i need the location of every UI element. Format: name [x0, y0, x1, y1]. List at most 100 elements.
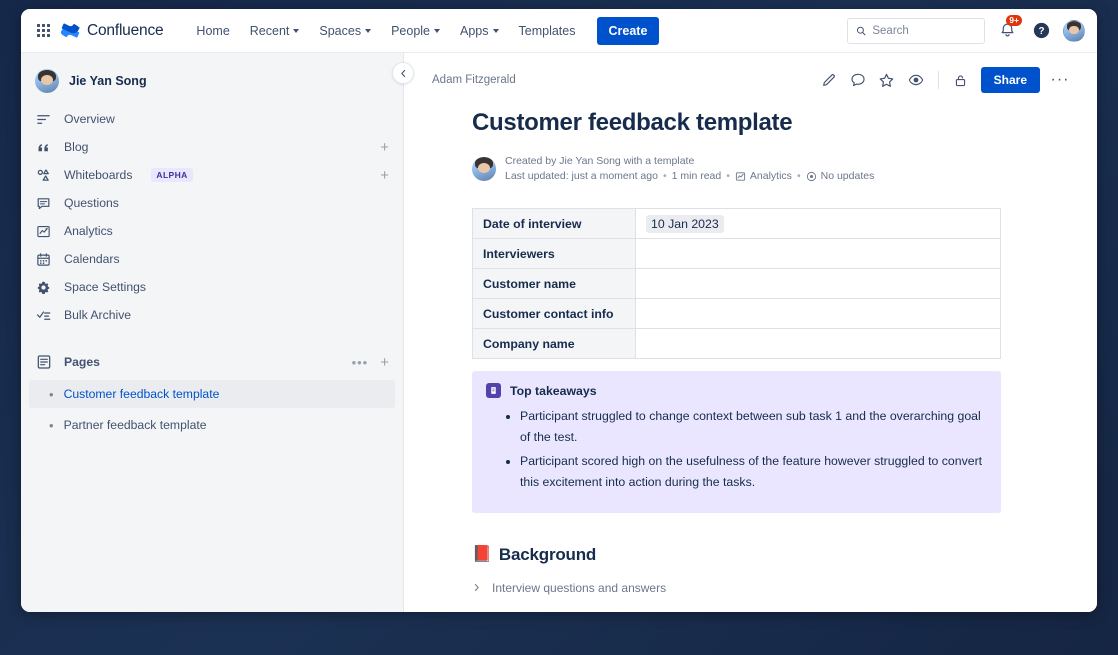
sidebar-item-label: Overview: [64, 112, 115, 126]
author-avatar: [472, 157, 496, 181]
panel-header: Top takeaways: [486, 383, 987, 398]
nav-item-spaces[interactable]: Spaces: [310, 18, 380, 44]
sidebar-divider-space: [21, 329, 403, 347]
table-row-header: Customer name: [473, 269, 636, 299]
byline-created: Created by Jie Yan Song with a template: [505, 155, 874, 167]
page-item-label: Partner feedback template: [64, 418, 207, 432]
table-row: Customer contact info: [473, 299, 1001, 329]
sidebar-item-space-settings[interactable]: Space Settings: [29, 273, 395, 301]
add-whiteboard-icon[interactable]: +: [380, 168, 389, 183]
panel-bullet-list: Participant struggled to change context …: [520, 406, 987, 494]
table-row-value[interactable]: [636, 239, 1001, 269]
nav-label: Templates: [519, 24, 576, 38]
pencil-glyph: [821, 72, 837, 88]
apps-grid-icon[interactable]: [31, 19, 55, 43]
table-row-value[interactable]: [636, 269, 1001, 299]
top-navigation-bar: Confluence Home Recent Spaces People App…: [21, 9, 1097, 53]
body-split: Jie Yan Song Overview: [21, 53, 1097, 612]
search-icon: [856, 25, 866, 37]
section-heading-background: 📕 Background: [472, 545, 1097, 565]
add-blog-icon[interactable]: +: [380, 140, 389, 155]
blog-quote-icon: [35, 139, 52, 156]
list-item: Participant scored high on the usefulnes…: [520, 451, 987, 493]
nav-label: Recent: [250, 24, 290, 38]
notifications-bell-icon[interactable]: 9+: [995, 19, 1019, 43]
primary-nav: Home Recent Spaces People Apps Templates: [187, 17, 659, 45]
chevron-down-icon: [434, 29, 440, 33]
page-action-icons: Share ···: [816, 67, 1073, 93]
nav-right-group: 9+ ?: [847, 18, 1085, 44]
chevron-down-icon: [493, 29, 499, 33]
sidebar-collapse-button[interactable]: [392, 62, 414, 84]
breadcrumb[interactable]: Adam Fitzgerald: [432, 74, 516, 86]
nav-item-recent[interactable]: Recent: [241, 18, 309, 44]
page-title: Customer feedback template: [472, 109, 1097, 137]
updates-target-icon: [806, 171, 817, 182]
byline-updates[interactable]: No updates: [806, 170, 875, 182]
star-glyph: [878, 72, 895, 89]
search-box[interactable]: [847, 18, 985, 44]
sidebar-item-questions[interactable]: Questions: [29, 189, 395, 217]
sidebar-item-bulk-archive[interactable]: Bulk Archive: [29, 301, 395, 329]
pages-section-header[interactable]: Pages ••• +: [29, 347, 395, 377]
bulk-archive-icon: [35, 307, 52, 324]
comment-icon[interactable]: [845, 67, 871, 93]
chevron-down-icon: [365, 29, 371, 33]
sidebar-item-blog[interactable]: Blog +: [29, 133, 395, 161]
bullet-icon: •: [49, 419, 54, 432]
add-page-icon[interactable]: +: [380, 355, 389, 370]
sidebar-item-overview[interactable]: Overview: [29, 105, 395, 133]
search-input[interactable]: [872, 25, 976, 37]
bullet-icon: •: [49, 388, 54, 401]
note-glyph: [489, 386, 498, 395]
pages-more-icon[interactable]: •••: [352, 355, 369, 370]
sidebar-item-label: Questions: [64, 196, 119, 210]
byline-analytics-link[interactable]: Analytics: [735, 170, 792, 182]
table-row-value[interactable]: [636, 299, 1001, 329]
table-row-value[interactable]: [636, 329, 1001, 359]
nav-item-home[interactable]: Home: [187, 18, 238, 44]
star-icon[interactable]: [874, 67, 900, 93]
expand-label: Interview questions and answers: [492, 581, 666, 595]
expand-interview-questions[interactable]: Interview questions and answers: [472, 581, 1097, 595]
nav-item-templates[interactable]: Templates: [510, 18, 585, 44]
edit-pencil-icon[interactable]: [816, 67, 842, 93]
page-more-actions-icon[interactable]: ···: [1047, 67, 1073, 93]
sidebar-item-calendars[interactable]: Calendars: [29, 245, 395, 273]
gear-icon: [35, 279, 52, 296]
top-takeaways-panel: Top takeaways Participant struggled to c…: [472, 371, 1001, 513]
document-body: Customer feedback template Created by Ji…: [404, 109, 1097, 612]
nav-item-apps[interactable]: Apps: [451, 18, 508, 44]
section-title: Background: [499, 545, 596, 565]
space-avatar: [35, 69, 59, 93]
page-item-customer-feedback-template[interactable]: • Customer feedback template: [29, 380, 395, 408]
byline-meta: Last updated: just a moment ago • 1 min …: [505, 170, 874, 182]
create-button[interactable]: Create: [597, 17, 660, 45]
panel-title: Top takeaways: [510, 384, 597, 398]
nav-label: Home: [196, 24, 229, 38]
nav-item-people[interactable]: People: [382, 18, 449, 44]
share-button[interactable]: Share: [981, 67, 1040, 93]
space-sidebar: Jie Yan Song Overview: [21, 53, 404, 612]
confluence-logo-link[interactable]: Confluence: [61, 21, 163, 41]
user-avatar[interactable]: [1063, 20, 1085, 42]
date-chip[interactable]: 10 Jan 2023: [646, 215, 724, 233]
overview-icon: [35, 111, 52, 128]
help-icon[interactable]: ?: [1029, 19, 1053, 43]
table-row-value[interactable]: 10 Jan 2023: [636, 209, 1001, 239]
chevron-down-icon: [293, 29, 299, 33]
watch-eye-icon[interactable]: [903, 67, 929, 93]
sidebar-item-label: Bulk Archive: [64, 308, 131, 322]
space-header[interactable]: Jie Yan Song: [21, 63, 403, 105]
confluence-logo-icon: [61, 21, 81, 41]
svg-text:?: ?: [1038, 26, 1044, 37]
table-row-header: Customer contact info: [473, 299, 636, 329]
sidebar-item-analytics[interactable]: Analytics: [29, 217, 395, 245]
restrictions-lock-icon[interactable]: [948, 67, 974, 93]
sidebar-item-whiteboards[interactable]: Whiteboards ALPHA +: [29, 161, 395, 189]
pages-label: Pages: [64, 355, 100, 369]
analytics-chart-icon: [35, 223, 52, 240]
page-item-partner-feedback-template[interactable]: • Partner feedback template: [29, 411, 395, 439]
note-panel-icon: [486, 383, 501, 398]
page-content-area: Adam Fitzgerald: [404, 53, 1097, 612]
